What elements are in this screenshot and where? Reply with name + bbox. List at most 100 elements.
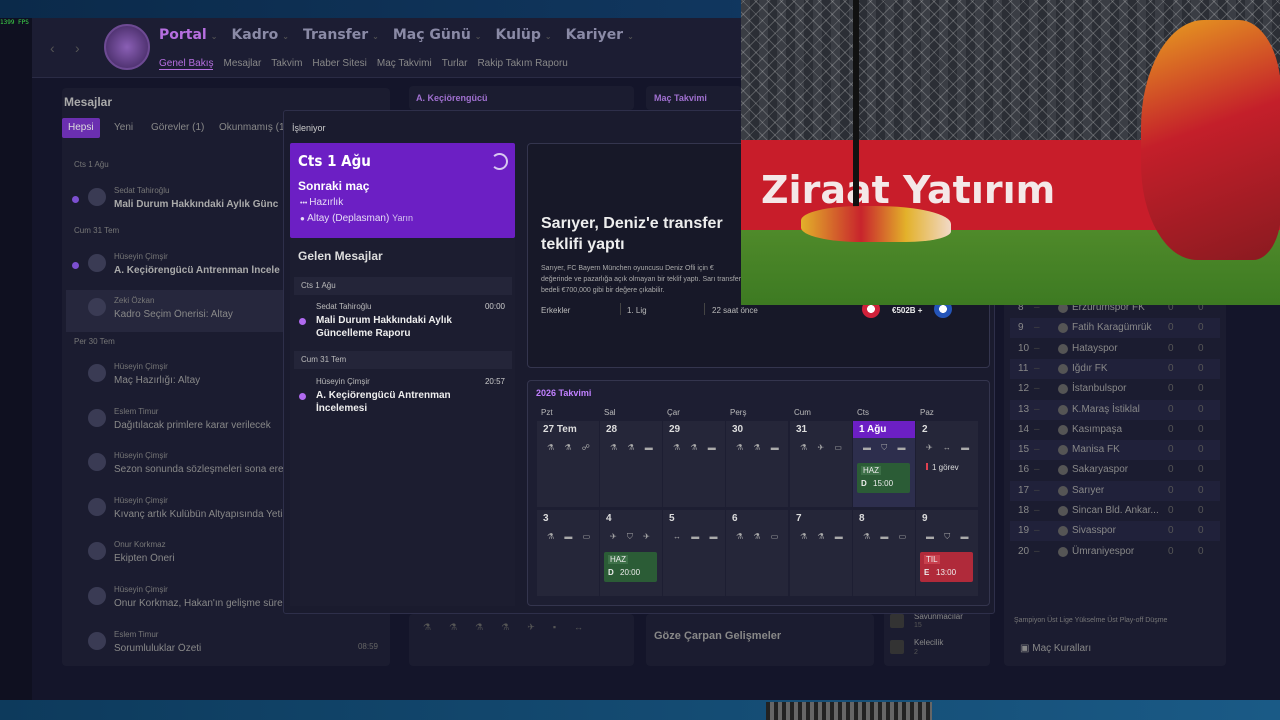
league-team: Kasımpaşa: [1072, 423, 1123, 435]
league-stat: 0: [1198, 383, 1204, 395]
calendar-day-cell[interactable]: 7 ⚗ ⚗ ▬: [790, 510, 853, 596]
message-row[interactable]: Eslem Timur Sorumluluklar Özeti 08:59: [66, 624, 386, 666]
chevron-down-icon: ⌄: [210, 32, 218, 41]
inbox-message[interactable]: Sedat Tahiroğlu 00:00 Mali Durum Hakkınd…: [292, 298, 513, 346]
filter-all[interactable]: Hepsi: [62, 118, 100, 138]
league-team: Sarıyer: [1072, 484, 1105, 496]
trend-dash: –: [1034, 545, 1040, 557]
subtab-mac-takvimi[interactable]: Maç Takvimi: [377, 58, 432, 70]
trend-dash: –: [1034, 464, 1040, 476]
training-schedule-icons: ▬ ⛉ ▬: [926, 532, 973, 541]
shield-icon: [890, 614, 904, 628]
match-type: HAZ: [861, 466, 881, 475]
calendar-day-cell[interactable]: 30 ⚗ ⚗ ▬: [726, 421, 789, 507]
league-stat: 0: [1168, 362, 1174, 374]
inbox-subject: Mali Durum Hakkındaki Aylık Güncelleme R…: [316, 315, 452, 339]
subtab-takvim[interactable]: Takvim: [271, 58, 302, 70]
league-table-row[interactable]: 18– Sincan Bld. Ankar... 0 0: [1010, 501, 1220, 521]
training-schedule-icons: ↔ ▬ ▬: [673, 532, 722, 541]
filter-new[interactable]: Yeni: [108, 118, 139, 138]
calendar-day-cell[interactable]: 6 ⚗ ⚗ ▭: [726, 510, 789, 596]
league-stat: 0: [1168, 464, 1174, 476]
league-pos: 19: [1018, 525, 1030, 537]
match-chip[interactable]: TIL E 13:00: [920, 552, 973, 582]
league-table-row[interactable]: 10– Hatayspor 0 0: [1010, 339, 1220, 359]
inbox-message[interactable]: Hüseyin Çimşir 20:57 A. Keçiörengücü Ant…: [292, 373, 513, 421]
calendar-day-cell[interactable]: 4 ✈ ⛉ ✈ HAZ D 20:00: [600, 510, 663, 596]
league-team: Sincan Bld. Ankar...: [1072, 505, 1159, 516]
calendar-day-number: 2: [922, 424, 928, 435]
tab-kariyer[interactable]: Kariyer ⌄: [566, 27, 634, 43]
calendar-day-cell[interactable]: 5 ↔ ▬ ▬: [663, 510, 726, 596]
calendar-day-cell[interactable]: 3 ⚗ ▬ ▭: [537, 510, 600, 596]
league-stat: 0: [1198, 525, 1204, 537]
calendar-day-number: 27 Tem: [543, 424, 577, 435]
message-sender: Hüseyin Çimşir: [114, 252, 168, 261]
match-rules-link[interactable]: ▣ Maç Kuralları: [1020, 643, 1091, 654]
calendar-day-cell[interactable]: 29 ⚗ ⚗ ▬: [663, 421, 726, 507]
divider: [704, 303, 705, 315]
inbox-sender: Sedat Tahiroğlu: [316, 302, 372, 311]
league-table-row[interactable]: 16– Sakaryaspor 0 0: [1010, 460, 1220, 480]
match-chip[interactable]: HAZ D 20:00: [604, 552, 657, 582]
league-table-row[interactable]: 13– K.Maraş İstiklal 0 0: [1010, 399, 1220, 420]
next-match-label: Sonraki maç: [298, 179, 370, 193]
tab-kadro[interactable]: Kadro ⌄: [231, 27, 289, 43]
calendar-day-cell[interactable]: 2 ✈ ↔ ▬ 1 görev: [916, 421, 979, 507]
tab-mac-gunu[interactable]: Maç Günü ⌄: [393, 27, 482, 43]
subtab-rakip-takim-raporu[interactable]: Rakip Takım Raporu: [477, 58, 567, 70]
league-stat: 0: [1168, 505, 1174, 516]
league-stat: 0: [1168, 342, 1174, 354]
unread-dot: [299, 318, 306, 325]
subtab-haber-sitesi[interactable]: Haber Sitesi: [312, 58, 366, 70]
task-badge[interactable]: 1 görev: [926, 463, 959, 472]
league-stat: 0: [1198, 322, 1204, 334]
league-team: K.Maraş İstiklal: [1072, 403, 1140, 415]
chevron-down-icon: ⌄: [474, 32, 482, 41]
club-crest-icon: [1058, 506, 1068, 516]
forward-arrow-icon[interactable]: ›: [75, 40, 80, 56]
training-schedule-icons: ⚗ ▬ ▭: [547, 532, 595, 541]
video-overlay: Ziraat Yatırım Zi: [741, 0, 1280, 305]
calendar-day-cell[interactable]: 9 ▬ ⛉ ▬ TIL E 13:00: [916, 510, 979, 596]
calendar-day-cell[interactable]: 31 ⚗ ✈ ▭: [790, 421, 853, 507]
league-stat: 0: [1168, 545, 1174, 557]
match-chip[interactable]: HAZ D 15:00: [857, 463, 910, 493]
club-logo[interactable]: [104, 24, 150, 70]
club-crest-icon: [1058, 363, 1068, 374]
training-schedule-icons: ⚗ ⚗ ▬: [800, 532, 847, 541]
league-table-row[interactable]: 20– Ümraniyespor 0 0: [1010, 542, 1220, 562]
calendar-day-cell[interactable]: 27 Tem ⚗ ⚗ ☍: [537, 421, 600, 507]
filter-unread[interactable]: Okunmamış (1: [213, 118, 291, 138]
main-nav-tabs: Portal ⌄ Kadro ⌄ Transfer ⌄ Maç Günü ⌄ Kulüp…: [159, 27, 634, 43]
subtab-genel-bakis[interactable]: Genel Bakış: [159, 58, 214, 70]
calendar-day-number: 8: [859, 513, 865, 524]
calendar-day-cell[interactable]: 8 ⚗ ▬ ▭: [853, 510, 916, 596]
stat-value: 2: [914, 649, 918, 656]
message-sender: Onur Korkmaz: [114, 540, 166, 549]
rules-icon: ▣: [1020, 643, 1033, 654]
league-table-row[interactable]: 17– Sarıyer 0 0: [1010, 480, 1220, 501]
league-table-row[interactable]: 12– İstanbulspor 0 0: [1010, 379, 1220, 399]
filter-tasks[interactable]: Görevler (1): [145, 118, 210, 138]
subtab-mesajlar[interactable]: Mesajlar: [223, 58, 261, 70]
back-arrow-icon[interactable]: ‹: [50, 40, 55, 56]
tab-transfer[interactable]: Transfer ⌄: [303, 27, 379, 43]
sender-icon: [88, 298, 106, 316]
subtab-turlar[interactable]: Turlar: [442, 58, 468, 70]
unread-dot: [299, 393, 306, 400]
league-table-row[interactable]: 9– Fatih Karagümrük 0 0: [1010, 318, 1220, 339]
tab-kulup[interactable]: Kulüp ⌄: [496, 27, 552, 43]
calendar-day-cell[interactable]: 28 ⚗ ⚗ ▬: [600, 421, 663, 507]
match-venue: D: [608, 568, 614, 577]
league-table-row[interactable]: 14– Kasımpaşa 0 0: [1010, 420, 1220, 440]
league-table-row[interactable]: 15– Manisa FK 0 0: [1010, 440, 1220, 461]
league-stat: 0: [1168, 383, 1174, 395]
unread-dot: [72, 196, 79, 203]
league-table-row[interactable]: 19– Sivasspor 0 0: [1010, 521, 1220, 542]
trend-dash: –: [1034, 444, 1040, 456]
league-table-row[interactable]: 11– Iğdır FK 0 0: [1010, 358, 1220, 379]
calendar-day-number: 5: [669, 513, 675, 524]
calendar-day-cell[interactable]: 1 Ağu ▬ ⛉ ▬ HAZ D 15:00: [853, 421, 916, 507]
tab-portal[interactable]: Portal ⌄: [159, 27, 217, 43]
